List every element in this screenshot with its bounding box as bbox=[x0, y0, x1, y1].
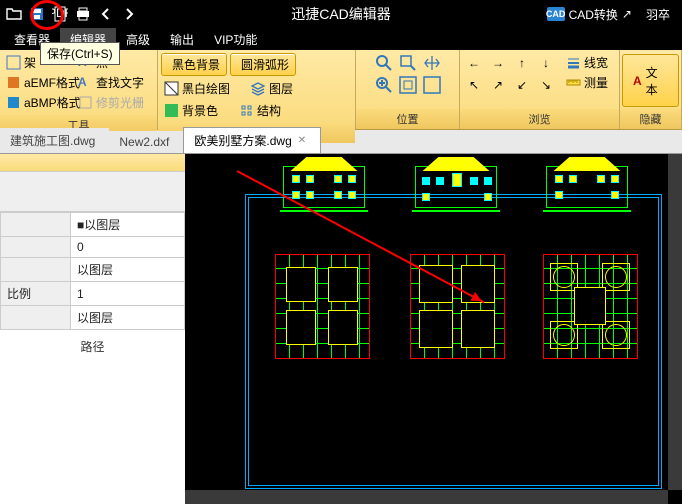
trim-raster-btn[interactable]: 修剪光栅 bbox=[75, 93, 147, 112]
lineweight-btn[interactable]: 线宽 bbox=[563, 53, 611, 72]
elevation-2 bbox=[412, 166, 500, 212]
prop-bylayer3[interactable]: 以图层 bbox=[71, 306, 185, 330]
find-text-btn[interactable]: A查找文字 bbox=[75, 73, 147, 92]
nav-downleft-icon[interactable]: ↙ bbox=[510, 74, 534, 96]
elevation-1 bbox=[280, 166, 368, 212]
layer-btn[interactable]: 图层 bbox=[248, 79, 296, 98]
menu-vip[interactable]: VIP功能 bbox=[204, 28, 267, 51]
nav-up-icon[interactable]: ↑ bbox=[510, 52, 534, 74]
bgcolor-btn[interactable]: 背景色 bbox=[161, 101, 221, 120]
nav-upleft-icon[interactable]: ↖ bbox=[462, 74, 486, 96]
save-icon[interactable] bbox=[27, 4, 47, 24]
save-tooltip: 保存(Ctrl+S) bbox=[40, 42, 120, 65]
close-icon[interactable]: ✕ bbox=[298, 135, 306, 146]
user-name[interactable]: 羽卒 bbox=[646, 6, 670, 23]
pan-icon[interactable] bbox=[420, 52, 444, 74]
side-panel: ■以图层 0 以图层 比例1 以图层 路径 bbox=[0, 154, 185, 504]
prop-zero[interactable]: 0 bbox=[71, 237, 185, 258]
main-area: ■以图层 0 以图层 比例1 以图层 路径 bbox=[0, 154, 682, 504]
print-icon[interactable] bbox=[73, 4, 93, 24]
text-btn[interactable]: A文本 bbox=[622, 54, 679, 107]
measure-btn[interactable]: 测量 bbox=[563, 73, 611, 92]
tab-2[interactable]: 欧美别墅方案.dwg✕ bbox=[183, 127, 321, 153]
zoom-in-icon[interactable] bbox=[372, 74, 396, 96]
emf-btn[interactable]: aEMF格式 bbox=[3, 73, 73, 92]
bmp-btn[interactable]: aBMP格式 bbox=[3, 93, 73, 112]
nav-left-icon[interactable]: ← bbox=[462, 52, 486, 74]
panel-browse-title: 浏览 bbox=[460, 109, 619, 129]
redo-icon[interactable] bbox=[119, 4, 139, 24]
property-scroll[interactable] bbox=[0, 172, 185, 212]
zoom-extents-icon[interactable] bbox=[372, 52, 396, 74]
panel-position-title: 位置 bbox=[356, 109, 459, 129]
path-label: 路径 bbox=[0, 330, 185, 363]
title-bar: PDF 迅捷CAD编辑器 CADCAD转换↗ 羽卒 bbox=[0, 0, 682, 28]
open-icon[interactable] bbox=[4, 4, 24, 24]
floorplan-3 bbox=[543, 254, 638, 359]
nav-upright-icon[interactable]: ↗ bbox=[486, 74, 510, 96]
scrollbar-vertical[interactable] bbox=[668, 154, 682, 490]
bw-draw-btn[interactable]: 黑白绘图 bbox=[161, 79, 233, 98]
zoom-fit-icon[interactable] bbox=[420, 74, 444, 96]
smooth-arc-btn[interactable]: 圆滑弧形 bbox=[230, 53, 296, 76]
tab-0[interactable]: 建筑施工图.dwg bbox=[0, 128, 109, 153]
scrollbar-horizontal[interactable] bbox=[185, 490, 668, 504]
zoom-window-icon[interactable] bbox=[396, 52, 420, 74]
nav-down-icon[interactable]: ↓ bbox=[534, 52, 558, 74]
external-icon: ↗ bbox=[622, 7, 632, 21]
nav-right-icon[interactable]: → bbox=[486, 52, 510, 74]
properties-table: ■以图层 0 以图层 比例1 以图层 bbox=[0, 212, 185, 330]
cad-convert-link[interactable]: CADCAD转换↗ bbox=[547, 6, 632, 23]
menu-output[interactable]: 输出 bbox=[160, 28, 204, 51]
menu-advanced[interactable]: 高级 bbox=[116, 28, 160, 51]
prop-scale-label: 比例 bbox=[1, 282, 71, 306]
elevation-3 bbox=[543, 166, 631, 212]
zoom-all-icon[interactable] bbox=[396, 74, 420, 96]
structure-btn[interactable]: 结构 bbox=[236, 101, 284, 120]
black-bg-btn[interactable]: 黑色背景 bbox=[161, 53, 227, 76]
cad-badge-icon: CAD bbox=[547, 7, 565, 21]
panel-hide-title: 隐藏 bbox=[620, 109, 681, 129]
nav-downright-icon[interactable]: ↘ bbox=[534, 74, 558, 96]
prop-scale-val[interactable]: 1 bbox=[71, 282, 185, 306]
prop-bylayer2[interactable]: 以图层 bbox=[71, 258, 185, 282]
side-header bbox=[0, 154, 185, 172]
tab-1[interactable]: New2.dxf bbox=[109, 131, 183, 153]
svg-text:PDF: PDF bbox=[52, 6, 68, 20]
prop-bylayer[interactable]: ■以图层 bbox=[71, 213, 185, 237]
app-title: 迅捷CAD编辑器 bbox=[291, 4, 391, 24]
drawing-canvas[interactable] bbox=[185, 154, 682, 504]
floorplan-1 bbox=[275, 254, 370, 359]
undo-icon[interactable] bbox=[96, 4, 116, 24]
pdf-icon[interactable]: PDF bbox=[50, 4, 70, 24]
